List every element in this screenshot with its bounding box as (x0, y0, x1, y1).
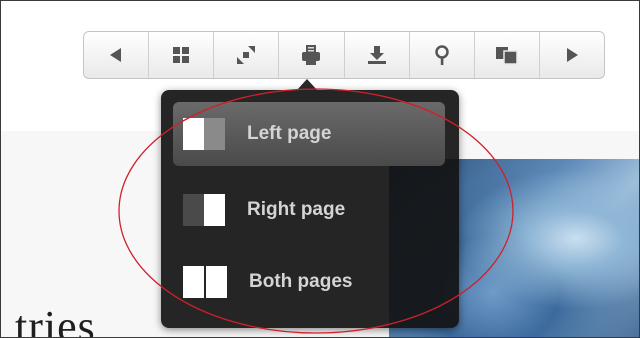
menu-item-left-page[interactable]: Left page (173, 102, 445, 166)
print-button[interactable] (279, 32, 345, 78)
pages-icon (495, 47, 518, 65)
search-icon (434, 45, 449, 65)
page-view-button[interactable] (475, 32, 540, 78)
previous-page-button[interactable] (84, 32, 150, 78)
menu-pointer (297, 79, 317, 90)
download-button[interactable] (345, 32, 410, 78)
both-pages-icon (183, 266, 227, 298)
next-page-button[interactable] (540, 32, 604, 78)
page-text-fragment: tries (15, 302, 96, 338)
menu-item-label: Left page (247, 123, 332, 144)
menu-item-right-page[interactable]: Right page (173, 178, 445, 242)
viewer-window: tries Left page Right page Both pages (0, 0, 640, 338)
printer-icon (302, 45, 321, 65)
expand-icon (237, 46, 256, 64)
thumbnails-button[interactable] (149, 32, 215, 78)
download-icon (367, 46, 386, 64)
print-options-menu: Left page Right page Both pages (161, 90, 459, 328)
arrow-right-icon (566, 48, 578, 62)
grid-icon (173, 47, 190, 63)
menu-item-label: Right page (247, 199, 346, 220)
viewer-toolbar (83, 31, 605, 79)
menu-item-both-pages[interactable]: Both pages (173, 250, 445, 314)
arrow-left-icon (110, 48, 122, 62)
right-page-icon (183, 194, 225, 226)
menu-item-label: Both pages (249, 271, 353, 292)
fullscreen-button[interactable] (214, 32, 280, 78)
left-page-icon (183, 118, 225, 150)
search-button[interactable] (410, 32, 475, 78)
